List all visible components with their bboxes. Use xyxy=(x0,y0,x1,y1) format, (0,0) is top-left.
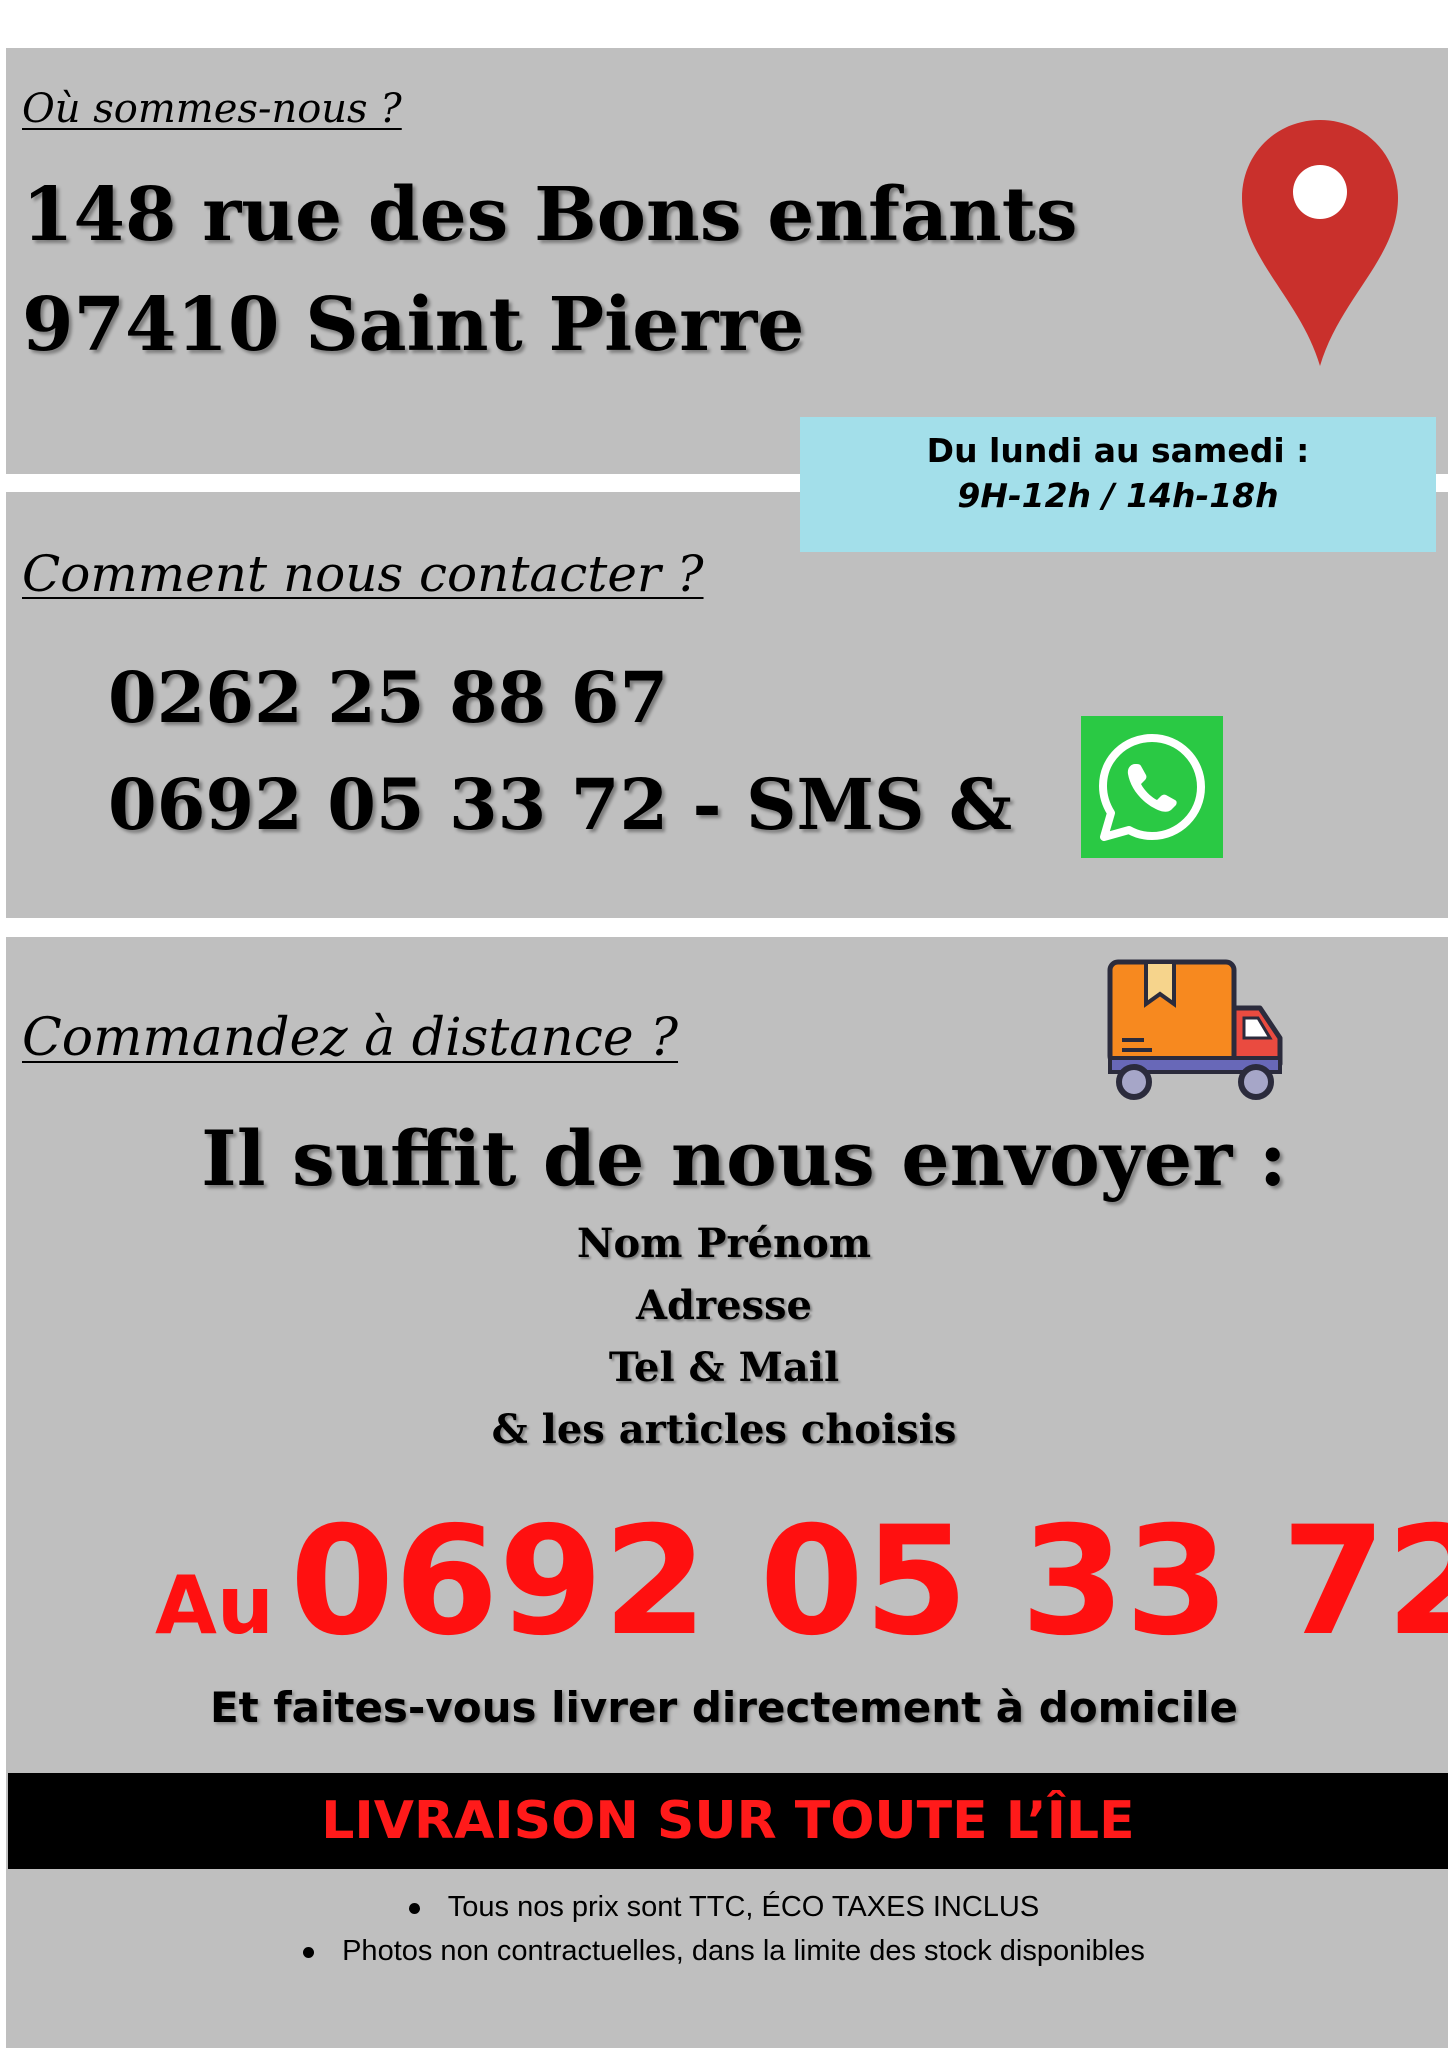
order-intro: Il suffit de nous envoyer : xyxy=(201,1114,1287,1203)
bullet-icon xyxy=(303,1946,315,1958)
location-heading: Où sommes-nous ? xyxy=(22,86,402,132)
notes-list: Tous nos prix sont TTC, ÉCO TAXES INCLUS… xyxy=(0,1885,1448,1973)
order-phone-number: 0692 05 33 72 xyxy=(289,1495,1448,1669)
delivery-banner: LIVRAISON SUR TOUTE L’ÎLE xyxy=(8,1773,1448,1869)
note-photos: Photos non contractuelles, dans la limit… xyxy=(0,1929,1448,1973)
note-prices: Tous nos prix sont TTC, ÉCO TAXES INCLUS xyxy=(0,1885,1448,1929)
order-panel xyxy=(6,937,1448,2048)
map-pin-icon xyxy=(1242,120,1398,366)
whatsapp-icon xyxy=(1099,734,1205,841)
order-item-name: Nom Prénom xyxy=(576,1220,872,1267)
order-item-address: Adresse xyxy=(635,1282,812,1329)
whatsapp-tile xyxy=(1081,716,1223,858)
au-label: Au xyxy=(155,1559,274,1652)
delivery-banner-text: LIVRAISON SUR TOUTE L’ÎLE xyxy=(321,1791,1135,1851)
opening-hours-box: Du lundi au samedi : 9H-12h / 14h-18h xyxy=(800,417,1436,552)
order-phone-line: Au 0692 05 33 72 xyxy=(155,1495,1448,1669)
landline-phone: 0262 25 88 67 xyxy=(108,656,669,739)
bullet-icon xyxy=(408,1902,420,1914)
opening-days: Du lundi au samedi : xyxy=(926,431,1310,470)
contact-heading: Comment nous contacter ? xyxy=(22,545,704,603)
delivery-truck-icon xyxy=(1107,959,1283,1100)
order-heading: Commandez à distance ? xyxy=(22,1008,679,1068)
mobile-phone-sms: 0692 05 33 72 - SMS & xyxy=(108,763,1013,846)
home-delivery-text: Et faites-vous livrer directement à domi… xyxy=(209,1683,1239,1732)
order-item-articles: & les articles choisis xyxy=(491,1406,957,1453)
order-item-contact: Tel & Mail xyxy=(608,1344,840,1391)
opening-times: 9H-12h / 14h-18h xyxy=(957,476,1279,515)
address-line-2: 97410 Saint Pierre xyxy=(22,282,805,368)
address-line-1: 148 rue des Bons enfants xyxy=(22,172,1078,258)
